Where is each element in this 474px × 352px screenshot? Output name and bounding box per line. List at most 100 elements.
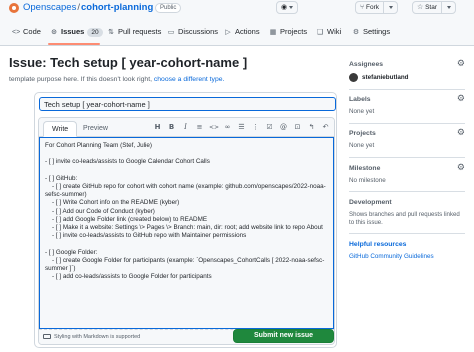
- visibility-badge: Public: [155, 3, 182, 13]
- task-list-icon[interactable]: ☑: [265, 122, 274, 133]
- sidebar-divider: [349, 157, 465, 158]
- sidebar-divider: [349, 191, 465, 192]
- issues-count-badge: 20: [87, 28, 103, 37]
- body-line: - [ ] GitHub:: [45, 174, 78, 182]
- body-line: - [ ] Add our Code of Conduct (kyber): [45, 207, 155, 215]
- ordered-list-icon[interactable]: ⋮: [251, 122, 260, 133]
- repo-owner-avatar-icon[interactable]: [9, 3, 19, 13]
- unordered-list-icon[interactable]: ☰: [237, 122, 246, 133]
- sidebar-milestone[interactable]: Milestone ⚙ No milestone: [349, 164, 465, 185]
- body-line: [45, 150, 328, 158]
- body-line: - [ ] add co-leads/assists to Google Fol…: [45, 273, 212, 281]
- tab-code[interactable]: <> Code: [12, 25, 41, 39]
- projects-value: None yet: [349, 142, 375, 149]
- body-line: - [ ] create GitHub repo for cohort with…: [45, 182, 326, 199]
- sidebar-divider: [349, 89, 465, 90]
- gear-icon[interactable]: ⚙: [457, 60, 465, 69]
- tab-settings[interactable]: ⚙ Settings: [352, 25, 390, 39]
- sidebar-projects[interactable]: Projects ⚙ None yet: [349, 129, 465, 150]
- tab-pull-requests[interactable]: ⇅ Pull requests: [107, 25, 161, 39]
- sidebar-divider: [349, 123, 465, 124]
- tab-issues[interactable]: ⊙ Issues 20: [50, 25, 103, 39]
- development-heading: Development: [349, 199, 392, 206]
- markdown-hint[interactable]: Styling with Markdown is supported: [43, 334, 140, 340]
- projects-heading: Projects: [349, 130, 376, 137]
- labels-heading: Labels: [349, 96, 371, 103]
- body-line: - [ ] create Google Folder for participa…: [45, 256, 325, 272]
- fork-icon: ⑂: [360, 3, 365, 11]
- body-line: - [ ] Write Cohort info on the README (k…: [45, 199, 180, 207]
- issue-icon: ⊙: [51, 29, 57, 36]
- fork-button[interactable]: ⑂ Fork: [355, 1, 399, 14]
- italic-icon[interactable]: I: [181, 122, 190, 133]
- assignees-heading: Assignees: [349, 61, 384, 68]
- body-line: For Cohort Planning Team (Stef, Julie): [45, 142, 152, 149]
- tab-projects[interactable]: ▦ Projects: [269, 25, 307, 39]
- repo-link[interactable]: cohort-planning: [81, 2, 153, 13]
- issue-body-textarea[interactable]: For Cohort Planning Team (Stef, Julie) - …: [39, 137, 334, 329]
- development-text: Shows branches and pull requests linked …: [349, 211, 460, 226]
- gear-icon[interactable]: ⚙: [457, 129, 465, 138]
- gear-icon[interactable]: ⚙: [457, 164, 465, 173]
- fork-label: Fork: [366, 4, 380, 11]
- editor-tabs: Write Preview H B I ≡ <> ∞ ☰ ⋮ ☑ @ ⊡ ↰ ↶: [39, 118, 334, 137]
- repo-header: Openscapes/cohort-planning Public ◉ ⑂ Fo…: [0, 0, 474, 16]
- sidebar-development: Development Shows branches and pull requ…: [349, 199, 465, 227]
- tab-actions[interactable]: ▷ Actions: [224, 25, 259, 39]
- chevron-down-icon: [447, 5, 452, 9]
- community-guidelines-link[interactable]: GitHub Community Guidelines: [349, 253, 465, 260]
- star-button[interactable]: ☆ Star: [412, 1, 457, 14]
- markdown-toolbar: H B I ≡ <> ∞ ☰ ⋮ ☑ @ ⊡ ↰ ↶: [153, 122, 330, 134]
- avatar: [349, 73, 358, 82]
- template-note: template purpose here. If this doesn't l…: [9, 76, 225, 83]
- issue-title-input[interactable]: [39, 97, 336, 111]
- mention-icon[interactable]: @: [279, 122, 288, 133]
- watch-button[interactable]: ◉: [276, 1, 299, 14]
- link-icon[interactable]: ∞: [223, 122, 232, 133]
- comment-box: Write Preview H B I ≡ <> ∞ ☰ ⋮ ☑ @ ⊡ ↰ ↶…: [38, 117, 335, 345]
- owner-link[interactable]: Openscapes: [23, 2, 76, 13]
- assignee-name: stefaniebutland: [362, 74, 409, 81]
- milestone-value: No milestone: [349, 177, 386, 184]
- pull-request-icon: ⇅: [108, 29, 114, 36]
- labels-value: None yet: [349, 108, 375, 115]
- bold-icon[interactable]: B: [167, 122, 176, 133]
- undo-icon[interactable]: ↶: [321, 122, 330, 133]
- tab-write[interactable]: Write: [43, 121, 78, 137]
- cross-reference-icon[interactable]: ⊡: [293, 122, 302, 133]
- tab-wiki[interactable]: ❑ Wiki: [316, 25, 341, 39]
- reply-icon[interactable]: ↰: [307, 122, 316, 133]
- sidebar-assignees[interactable]: Assignees ⚙ stefaniebutland: [349, 60, 465, 82]
- book-icon: ❑: [316, 29, 324, 36]
- gear-icon[interactable]: ⚙: [457, 95, 465, 104]
- repo-nav-tabs: <> Code ⊙ Issues 20 ⇅ Pull requests ▭ Discuss…: [0, 16, 474, 46]
- active-tab-indicator: [48, 43, 100, 45]
- sidebar-divider: [349, 233, 465, 234]
- new-issue-form: Write Preview H B I ≡ <> ∞ ☰ ⋮ ☑ @ ⊡ ↰ ↶…: [34, 92, 337, 348]
- discussion-icon: ▭: [167, 29, 175, 36]
- eye-icon: ◉: [281, 3, 288, 11]
- milestone-heading: Milestone: [349, 165, 381, 172]
- assignee-item[interactable]: stefaniebutland: [349, 73, 465, 82]
- chevron-down-icon: [289, 5, 294, 9]
- heading-icon[interactable]: H: [153, 122, 162, 133]
- sidebar-labels[interactable]: Labels ⚙ None yet: [349, 95, 465, 116]
- submit-new-issue-button[interactable]: Submit new issue: [233, 329, 334, 343]
- chevron-down-icon: [389, 5, 394, 9]
- body-line: - [ ] invite co-leads/assists to Google …: [45, 158, 210, 166]
- play-icon: ▷: [225, 29, 231, 36]
- star-icon: ☆: [417, 3, 424, 11]
- markdown-icon: [43, 334, 51, 340]
- table-icon: ▦: [269, 29, 277, 36]
- body-line: - [ ] Make it a website: Settings \> Pag…: [45, 224, 323, 231]
- body-line: - [ ] add Google Folder link (created be…: [45, 215, 208, 223]
- gear-icon: ⚙: [352, 29, 360, 36]
- tab-discussions[interactable]: ▭ Discussions: [167, 25, 218, 39]
- repo-breadcrumb: Openscapes/cohort-planning: [23, 2, 153, 13]
- code-icon[interactable]: <>: [209, 122, 219, 133]
- helpful-resources-heading: Helpful resources: [349, 241, 407, 248]
- body-line: [45, 167, 328, 175]
- tab-preview[interactable]: Preview: [75, 121, 116, 137]
- choose-template-link[interactable]: choose a different type.: [154, 76, 225, 83]
- quote-icon[interactable]: ≡: [195, 122, 204, 133]
